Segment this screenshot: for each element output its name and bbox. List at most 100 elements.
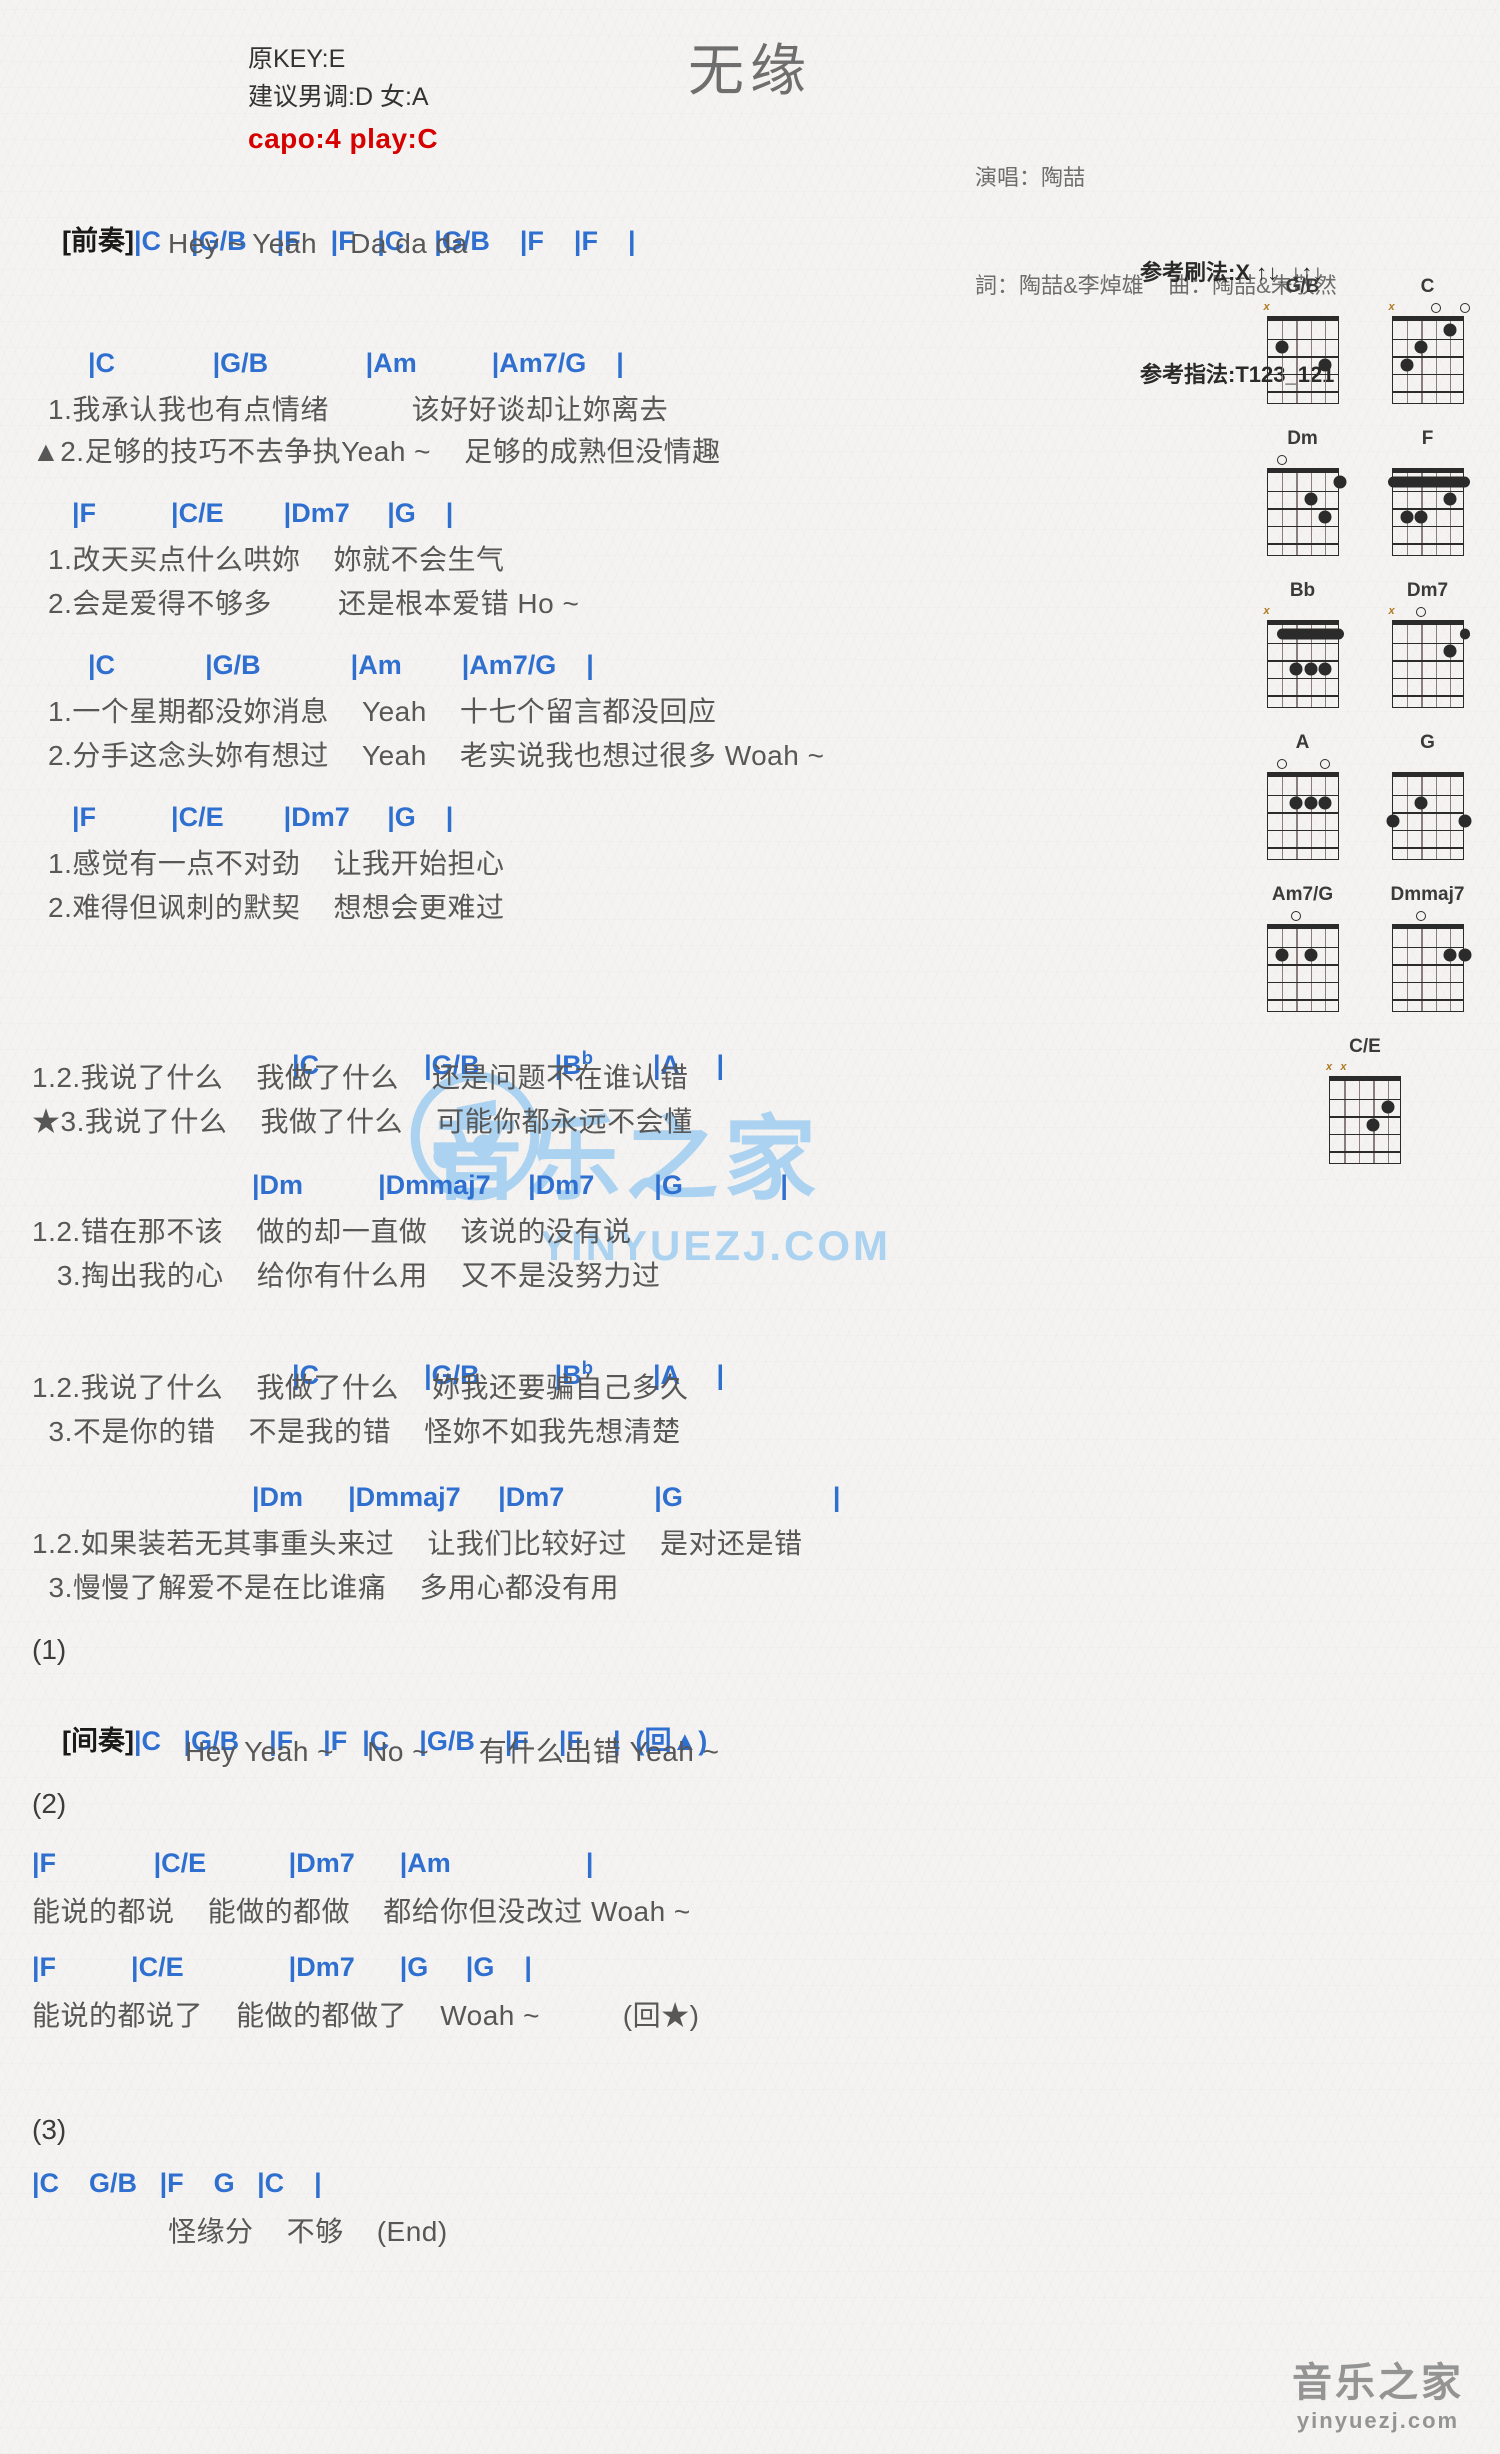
- chord-diagram-fretboard: [1259, 908, 1347, 1016]
- finger-dot: [1304, 948, 1318, 962]
- chord-diagram-name: Dmmaj7: [1390, 884, 1465, 905]
- chord-diagram-am7-g: Am7/G: [1240, 884, 1365, 1016]
- finger-dot: [1318, 662, 1332, 676]
- verse4-chord-line: |F |C/E |Dm7 |G |: [72, 802, 454, 832]
- capo-info: capo:4 play:C: [248, 123, 439, 154]
- finger-dot: [1414, 796, 1428, 810]
- fretboard-box: [1391, 316, 1464, 404]
- chord-diagram-fretboard: [1259, 756, 1347, 864]
- bridge1-chord-line: |F |C/E |Dm7 |Am |: [32, 1848, 594, 1878]
- fret-line: [1392, 543, 1463, 545]
- finger-dot: [1333, 475, 1346, 489]
- finger-dot: [1443, 492, 1457, 506]
- chord-diagram-a: A: [1240, 732, 1365, 864]
- finger-dot: [1414, 340, 1428, 354]
- chord-diagram-name: Am7/G: [1271, 884, 1334, 905]
- chord-diagram-fretboard: [1384, 756, 1472, 864]
- fret-line: [1267, 829, 1338, 832]
- fret-line: [1267, 964, 1338, 966]
- fret-line: [1392, 391, 1463, 393]
- fret-line: [1267, 490, 1338, 492]
- chord-diagram-f: F: [1365, 428, 1490, 560]
- fretboard-box: [1391, 924, 1471, 1012]
- chorus1-line2: ★3.我说了什么 我做了什么 可能你都永远不会懂: [32, 1106, 693, 1137]
- open-string-icon: [1459, 303, 1470, 313]
- open-string-icon: [1276, 759, 1287, 769]
- fret-line: [1267, 981, 1338, 984]
- fret-line: [1392, 847, 1463, 849]
- fretboard-box: [1266, 316, 1339, 404]
- fret-line: [1267, 677, 1338, 680]
- chord-open-mute-markers: x: [1259, 604, 1347, 619]
- finger-dot: [1304, 662, 1318, 676]
- open-string-icon: [1430, 303, 1441, 313]
- fret-line: [1267, 847, 1338, 849]
- chorus1-line1: 1.2.我说了什么 我做了什么 还是问题不在谁认错: [32, 1062, 689, 1093]
- verse4-line2: 2.难得但讽刺的默契 想想会更难过: [48, 892, 505, 923]
- finger-dot: [1443, 948, 1457, 962]
- fret-line: [1267, 812, 1338, 814]
- ending-lyric: 怪缘分 不够 (End): [168, 2216, 448, 2247]
- open-string-icon: [1416, 911, 1427, 921]
- bridge2-chord-line: |F |C/E |Dm7 |G |G |: [32, 1952, 532, 1982]
- fretboard-box: [1391, 620, 1470, 708]
- chord-open-mute-markers: xx: [1321, 1060, 1409, 1075]
- fret-line: [1392, 338, 1463, 340]
- ending-chord-line: |C G/B |F G |C |: [32, 2168, 322, 2198]
- fret-line: [1267, 695, 1338, 697]
- finger-dot: [1458, 948, 1471, 962]
- fretboard-box: [1387, 468, 1470, 556]
- fret-line: [1392, 829, 1463, 832]
- chorus3-line1: 1.2.我说了什么 我做了什么 妳我还要骗自己多久: [32, 1372, 689, 1403]
- finger-dot: [1275, 948, 1289, 962]
- finger-dot: [1400, 358, 1414, 372]
- finger-dot: [1443, 644, 1457, 658]
- chord-diagram-c-e: C/E x x: [1240, 1036, 1490, 1168]
- verse1-line1: 1.我承认我也有点情绪 该好好谈却让妳离去: [48, 394, 669, 425]
- fret-line: [1267, 525, 1338, 528]
- bottom-watermark-sub: yinyuezj.com: [1296, 2408, 1460, 2433]
- muted-string-icon: x: [1325, 1061, 1333, 1073]
- finger-dot: [1414, 510, 1428, 524]
- chord-diagram-name: G/B: [1285, 276, 1320, 297]
- fret-line: [1392, 525, 1463, 528]
- open-string-icon: [1416, 607, 1427, 617]
- chord-open-mute-markers: x: [1259, 300, 1347, 315]
- chord-diagram-dm: Dm: [1240, 428, 1365, 560]
- verse1-line2: ▲2.足够的技巧不去争执Yeah ~ 足够的成熟但没情趣: [32, 436, 721, 467]
- fret-line: [1267, 794, 1338, 796]
- fret-line: [1267, 642, 1338, 644]
- chorus4-line2: 3.慢慢了解爱不是在比谁痛 多用心都没有用: [32, 1572, 620, 1603]
- intro-lyric: Hey ~ Yeah Da da da: [168, 228, 468, 259]
- chord-diagram-g-b: G/B x: [1240, 276, 1365, 408]
- fret-line: [1392, 660, 1463, 662]
- chord-diagram-fretboard: x: [1384, 604, 1472, 712]
- repeat-mark-3: (3): [32, 2114, 67, 2145]
- finger-dot: [1458, 814, 1471, 828]
- finger-dot: [1366, 1118, 1380, 1132]
- fret-line: [1267, 356, 1338, 358]
- verse3-line2: 2.分手这念头妳有想过 Yeah 老实说我也想过很多 Woah ~: [48, 740, 825, 771]
- chorus2-line2: 3.掏出我的心 给你有什么用 又不是没努力过: [32, 1260, 661, 1291]
- chord-diagram-dmmaj7: Dmmaj7: [1365, 884, 1490, 1016]
- fretboard-box: [1266, 772, 1339, 860]
- fret-line: [1392, 695, 1463, 697]
- chorus4-line1: 1.2.如果装若无其事重头来过 让我们比较好过 是对还是错: [32, 1528, 803, 1559]
- repeat-mark-2: (2): [32, 1788, 67, 1819]
- fret-line: [1392, 642, 1463, 644]
- chord-diagram-name: Bb: [1289, 580, 1316, 601]
- chord-diagram-fretboard: xx: [1321, 1060, 1409, 1168]
- fret-line: [1392, 677, 1463, 680]
- finger-dot: [1289, 796, 1303, 810]
- chord-diagram-fretboard: x: [1259, 604, 1347, 712]
- chord-diagram-grid: G/B x Cx Dm F Bb x Dm7 x A G Am7/G Dmmaj7 C/E x x: [1240, 276, 1490, 1188]
- finger-dot: [1304, 492, 1318, 506]
- verse1-chord-line: |C |G/B |Am |Am7/G |: [88, 348, 624, 378]
- fret-line: [1267, 660, 1338, 662]
- open-string-icon: [1320, 759, 1331, 769]
- verse2-line2: 2.会是爱得不够多 还是根本爱错 Ho ~: [48, 588, 580, 619]
- chord-open-mute-markers: [1259, 756, 1347, 771]
- intro-label: [前奏]: [62, 226, 134, 256]
- repeat-mark-1: (1): [32, 1634, 67, 1665]
- chord-diagram-name: G: [1420, 732, 1435, 753]
